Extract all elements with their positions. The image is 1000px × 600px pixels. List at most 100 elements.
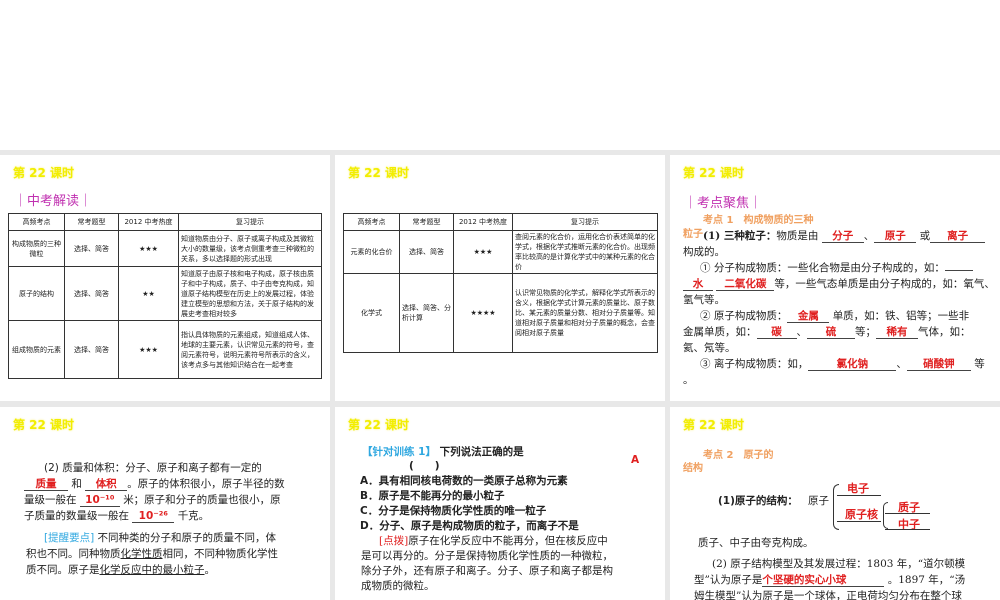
exam-table: 高频考点 常考题型 2012 中考热度 复习提示 构成物质的三种微粒 选择、简答… <box>8 213 322 379</box>
cell: 元素的化合价 <box>343 230 400 274</box>
cell: 知道物质由分子、原子或离子构成及其微粒大小的数量级，该考点侧重考查三种微粒的关系… <box>178 230 322 267</box>
answer-blank: 离子 <box>930 230 986 243</box>
text: 。 <box>204 564 216 576</box>
table-row: 元素的化合价 选择、简答 ★★★ 查阅元素的化合价，运用化合价表述简单的化学式，… <box>343 230 658 274</box>
table-row: 组成物质的元素 选择、简答 ★★★ 指认具体物质的元素组成，知道组成人体、地球的… <box>8 320 322 379</box>
text: ① 分子构成物质：一些化合物是由分子构成的，如： <box>700 262 945 274</box>
slide-6[interactable]: 第 22 课时 考点 2 原子的 结构 (1)原子的结构： 原子 电子 原子核 … <box>670 407 1000 600</box>
answer-blank: 硝酸钾 <box>906 358 971 371</box>
cell: 组成物质的元素 <box>8 320 65 379</box>
text-line: (1) 三种粒子：物质是由 分子、原子 或离子 <box>703 229 986 243</box>
hint-line: [点拨]原子在化学反应中不能再分，但在核反应中 <box>379 534 608 548</box>
text: 等，一些气态单质是由分子构成的，如：氧气、 <box>774 278 995 290</box>
header-cell: 常考题型 <box>399 213 454 231</box>
answer-blank: 金属 <box>787 310 830 323</box>
text-line: 质子、中子由夸克构成。 <box>698 537 814 549</box>
text: 等； <box>855 326 876 338</box>
text: 相同，不同种物质化学性 <box>162 548 279 560</box>
slide-4[interactable]: 第 22 课时 (2) 质量和体积：分子、原子和离子都有一定的 质量 和 体积。… <box>0 407 330 600</box>
text-line: 氦、氖等。 <box>683 342 736 354</box>
question-line: 【针对训练 1】 下列说法正确的是 <box>362 445 524 459</box>
text-line: 姆生模型”认为原子是一个球体，正电荷均匀分布在整个球 <box>694 590 962 600</box>
slide-title: 第 22 课时 <box>13 166 75 180</box>
text-line: 量级一般在 10⁻¹⁰ 米；原子和分子的质量也很小，原 <box>24 493 281 507</box>
text: 量级一般在 <box>24 494 77 506</box>
text: 、 <box>863 230 875 242</box>
question-text: 下列说法正确的是 <box>439 446 524 458</box>
text: 质不同。原子是 <box>26 564 100 576</box>
header-cell: 复习提示 <box>512 213 658 231</box>
label: (1) 三种粒子： <box>703 230 777 242</box>
cell: 选择、简答 <box>64 320 119 379</box>
option-b: B．原子是不能再分的最小粒子 <box>360 490 505 502</box>
text: 不同种类的分子和原子的质量不同，体 <box>97 532 277 544</box>
cell: ★★★ <box>118 230 179 267</box>
text-line: [提醒要点] 不同种类的分子和原子的质量不同，体 <box>44 531 276 545</box>
cell: 构成物质的三种微粒 <box>8 230 65 267</box>
option-c: C．分子是保持物质化学性质的唯一粒子 <box>360 505 547 517</box>
cell: 知道原子由原子核和电子构成，原子核由质子和中子构成，质子、中子由夸克构成，知道原… <box>178 266 322 321</box>
answer-key: A <box>631 454 640 466</box>
text-line: (2) 质量和体积：分子、原子和离子都有一定的 <box>44 462 262 474</box>
header-cell: 复习提示 <box>178 213 322 231</box>
slide-5[interactable]: 第 22 课时 【针对训练 1】 下列说法正确的是 ( ) A A．具有相同核电… <box>335 407 665 600</box>
text-line: ③ 离子构成物质：如， 氯化钠、硝酸钾 等 <box>700 358 985 371</box>
text: ③ 离子构成物质：如， <box>700 358 809 370</box>
header-cell: 高频考点 <box>343 213 400 231</box>
text-line: 氢气等。 <box>683 294 725 306</box>
cell: ★★ <box>118 266 179 321</box>
header-cell: 2012 中考热度 <box>118 213 179 231</box>
point-heading-cont: 粒子 <box>683 229 703 240</box>
section-heading: ｜中考解读｜ <box>14 194 93 209</box>
atom-label: 原子 <box>808 495 829 507</box>
point-heading-cont: 结构 <box>683 463 703 474</box>
text-line: 积也不同。同种物质化学性质相同，不同种物质化学性 <box>26 547 278 561</box>
cell: 选择、简答、分析计算 <box>399 273 454 353</box>
slide-1[interactable]: 第 22 课时 ｜中考解读｜ 高频考点 常考题型 2012 中考热度 复习提示 … <box>0 155 330 401</box>
cell: 认识常见物质的化学式，解释化学式所表示的含义，根据化学式计算元素的质量比、原子数… <box>512 273 658 353</box>
cell: 原子的结构 <box>8 266 65 321</box>
option-d: D．分子、原子是构成物质的粒子，而离子不是 <box>360 520 579 532</box>
answer-blank: 碳 <box>756 326 797 339</box>
cell: ★★★ <box>118 320 179 379</box>
answer-blank: 水 <box>683 278 713 291</box>
slide-2[interactable]: 第 22 课时 高频考点 常考题型 2012 中考热度 复习提示 元素的化合价 … <box>335 155 665 401</box>
slide-3[interactable]: 第 22 课时 ｜考点聚焦｜ 考点 1 构成物质的三种 粒子 (1) 三种粒子：… <box>670 155 1000 401</box>
answer-blank: 个坚硬的实心小球 <box>762 574 885 587</box>
text: 单质，如：铁、铝等；一些非 <box>832 310 970 322</box>
slide-title: 第 22 课时 <box>13 418 75 432</box>
brace <box>833 484 839 530</box>
cell: 选择、简答 <box>399 230 454 274</box>
nucleus-answer: 原子核 <box>845 508 878 521</box>
cell: 选择、简答 <box>64 266 119 321</box>
section-heading: ｜考点聚焦｜ <box>684 196 763 211</box>
text: 积也不同。同种物质 <box>26 548 121 560</box>
underlined-text: 化学性质 <box>120 548 163 560</box>
cell: 化学式 <box>343 273 400 353</box>
text-line: 子质量的数量级一般在 10⁻²⁶ 千克。 <box>24 509 209 523</box>
text: 千克。 <box>177 510 210 522</box>
cell: ★★★ <box>453 230 513 274</box>
blank-line <box>885 529 930 530</box>
text: 。原子的体积很小，原子半径的数 <box>127 478 285 490</box>
answer-blank: 分子 <box>821 230 864 243</box>
option-a: A．具有相同核电荷数的一类原子总称为元素 <box>360 475 568 487</box>
text: 和 <box>71 478 82 490</box>
text: 金属单质，如： <box>683 326 757 338</box>
exam-table: 高频考点 常考题型 2012 中考热度 复习提示 元素的化合价 选择、简答 ★★… <box>343 213 658 353</box>
slide-title: 第 22 课时 <box>683 418 745 432</box>
text: 或 <box>919 230 931 242</box>
blank-line <box>837 495 881 496</box>
answer-blank: 原子 <box>874 230 917 243</box>
cell: ★★★★ <box>453 273 513 353</box>
text-line: ① 分子构成物质：一些化合物是由分子构成的，如： <box>700 261 973 275</box>
text: 物质是由 <box>776 230 819 242</box>
blank-line <box>837 521 881 522</box>
header-cell: 常考题型 <box>64 213 119 231</box>
structure-label: (1)原子的结构： <box>718 495 798 507</box>
editor-blank-area <box>0 0 1000 150</box>
text-line: 金属单质，如：碳、硫等； 稀有 气体，如： <box>683 326 971 339</box>
text: 气体，如： <box>918 326 971 338</box>
hint-line: 成物质的微粒。 <box>361 580 435 592</box>
text-line: 质量 和 体积 。原子的体积很小，原子半径的数 <box>24 477 285 491</box>
